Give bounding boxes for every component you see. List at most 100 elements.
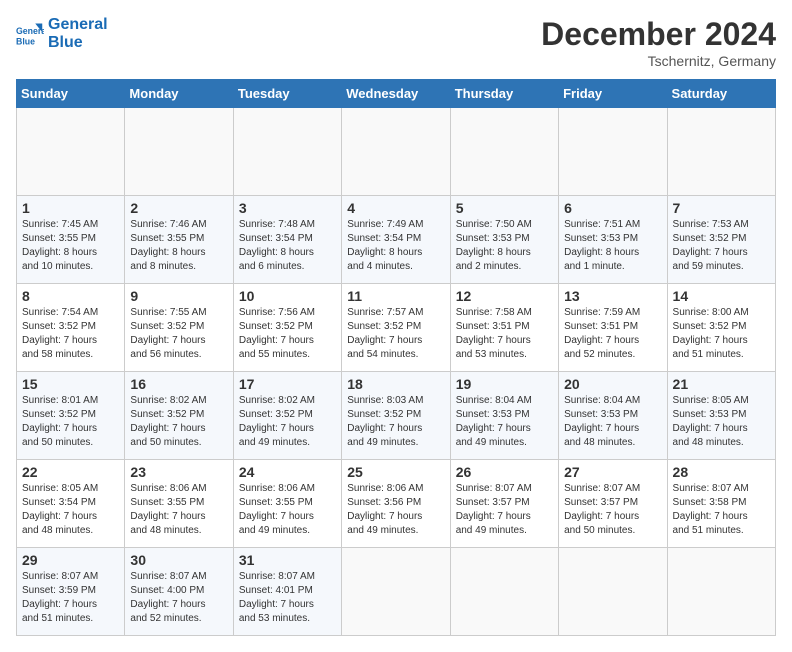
cell-info: Sunrise: 7:51 AMSunset: 3:53 PMDaylight:… [564, 218, 661, 274]
calendar-cell [342, 548, 450, 636]
logo-line1: General [48, 16, 108, 34]
calendar-cell: 16 Sunrise: 8:02 AMSunset: 3:52 PMDaylig… [125, 372, 233, 460]
day-number: 29 [22, 552, 119, 568]
day-number: 2 [130, 200, 227, 216]
calendar-cell: 21 Sunrise: 8:05 AMSunset: 3:53 PMDaylig… [667, 372, 775, 460]
location: Tschernitz, Germany [541, 53, 776, 69]
title-block: December 2024 Tschernitz, Germany [541, 16, 776, 69]
day-number: 6 [564, 200, 661, 216]
cell-info: Sunrise: 8:04 AMSunset: 3:53 PMDaylight:… [456, 394, 553, 450]
calendar-cell: 26 Sunrise: 8:07 AMSunset: 3:57 PMDaylig… [450, 460, 558, 548]
day-number: 31 [239, 552, 336, 568]
calendar-week-2: 8 Sunrise: 7:54 AMSunset: 3:52 PMDayligh… [17, 284, 776, 372]
calendar-cell: 24 Sunrise: 8:06 AMSunset: 3:55 PMDaylig… [233, 460, 341, 548]
day-number: 4 [347, 200, 444, 216]
day-number: 28 [673, 464, 770, 480]
cell-info: Sunrise: 8:00 AMSunset: 3:52 PMDaylight:… [673, 306, 770, 362]
logo-line2: Blue [48, 34, 108, 52]
calendar-cell: 19 Sunrise: 8:04 AMSunset: 3:53 PMDaylig… [450, 372, 558, 460]
cell-info: Sunrise: 7:55 AMSunset: 3:52 PMDaylight:… [130, 306, 227, 362]
calendar-cell [233, 108, 341, 196]
cell-info: Sunrise: 8:02 AMSunset: 3:52 PMDaylight:… [239, 394, 336, 450]
calendar-cell: 25 Sunrise: 8:06 AMSunset: 3:56 PMDaylig… [342, 460, 450, 548]
cell-info: Sunrise: 7:49 AMSunset: 3:54 PMDaylight:… [347, 218, 444, 274]
day-number: 17 [239, 376, 336, 392]
calendar-cell [450, 548, 558, 636]
calendar-cell [342, 108, 450, 196]
calendar-cell: 13 Sunrise: 7:59 AMSunset: 3:51 PMDaylig… [559, 284, 667, 372]
calendar-cell: 29 Sunrise: 8:07 AMSunset: 3:59 PMDaylig… [17, 548, 125, 636]
day-number: 5 [456, 200, 553, 216]
calendar-cell: 1 Sunrise: 7:45 AMSunset: 3:55 PMDayligh… [17, 196, 125, 284]
calendar-cell [559, 108, 667, 196]
logo-icon: General Blue [16, 20, 44, 48]
calendar-week-3: 15 Sunrise: 8:01 AMSunset: 3:52 PMDaylig… [17, 372, 776, 460]
day-number: 30 [130, 552, 227, 568]
day-number: 21 [673, 376, 770, 392]
cell-info: Sunrise: 7:56 AMSunset: 3:52 PMDaylight:… [239, 306, 336, 362]
calendar-week-5: 29 Sunrise: 8:07 AMSunset: 3:59 PMDaylig… [17, 548, 776, 636]
day-number: 1 [22, 200, 119, 216]
cell-info: Sunrise: 7:50 AMSunset: 3:53 PMDaylight:… [456, 218, 553, 274]
column-header-thursday: Thursday [450, 80, 558, 108]
day-number: 23 [130, 464, 227, 480]
day-number: 7 [673, 200, 770, 216]
calendar-cell: 8 Sunrise: 7:54 AMSunset: 3:52 PMDayligh… [17, 284, 125, 372]
calendar-cell: 17 Sunrise: 8:02 AMSunset: 3:52 PMDaylig… [233, 372, 341, 460]
cell-info: Sunrise: 7:57 AMSunset: 3:52 PMDaylight:… [347, 306, 444, 362]
day-number: 19 [456, 376, 553, 392]
cell-info: Sunrise: 8:06 AMSunset: 3:55 PMDaylight:… [239, 482, 336, 538]
column-header-tuesday: Tuesday [233, 80, 341, 108]
day-number: 11 [347, 288, 444, 304]
calendar-cell [125, 108, 233, 196]
header-row: SundayMondayTuesdayWednesdayThursdayFrid… [17, 80, 776, 108]
day-number: 15 [22, 376, 119, 392]
day-number: 26 [456, 464, 553, 480]
day-number: 27 [564, 464, 661, 480]
calendar-cell: 30 Sunrise: 8:07 AMSunset: 4:00 PMDaylig… [125, 548, 233, 636]
calendar-cell [559, 548, 667, 636]
cell-info: Sunrise: 8:06 AMSunset: 3:56 PMDaylight:… [347, 482, 444, 538]
calendar-cell: 31 Sunrise: 8:07 AMSunset: 4:01 PMDaylig… [233, 548, 341, 636]
cell-info: Sunrise: 8:07 AMSunset: 3:58 PMDaylight:… [673, 482, 770, 538]
cell-info: Sunrise: 8:07 AMSunset: 3:59 PMDaylight:… [22, 570, 119, 626]
calendar-cell [667, 548, 775, 636]
calendar-cell: 22 Sunrise: 8:05 AMSunset: 3:54 PMDaylig… [17, 460, 125, 548]
calendar-cell: 14 Sunrise: 8:00 AMSunset: 3:52 PMDaylig… [667, 284, 775, 372]
column-header-sunday: Sunday [17, 80, 125, 108]
day-number: 10 [239, 288, 336, 304]
day-number: 12 [456, 288, 553, 304]
calendar-cell [667, 108, 775, 196]
calendar-week-4: 22 Sunrise: 8:05 AMSunset: 3:54 PMDaylig… [17, 460, 776, 548]
calendar-cell: 11 Sunrise: 7:57 AMSunset: 3:52 PMDaylig… [342, 284, 450, 372]
cell-info: Sunrise: 8:03 AMSunset: 3:52 PMDaylight:… [347, 394, 444, 450]
calendar-cell: 28 Sunrise: 8:07 AMSunset: 3:58 PMDaylig… [667, 460, 775, 548]
column-header-wednesday: Wednesday [342, 80, 450, 108]
day-number: 9 [130, 288, 227, 304]
svg-text:Blue: Blue [16, 36, 35, 46]
day-number: 3 [239, 200, 336, 216]
cell-info: Sunrise: 8:07 AMSunset: 4:01 PMDaylight:… [239, 570, 336, 626]
cell-info: Sunrise: 7:53 AMSunset: 3:52 PMDaylight:… [673, 218, 770, 274]
cell-info: Sunrise: 7:46 AMSunset: 3:55 PMDaylight:… [130, 218, 227, 274]
column-header-monday: Monday [125, 80, 233, 108]
calendar-cell [17, 108, 125, 196]
calendar-table: SundayMondayTuesdayWednesdayThursdayFrid… [16, 79, 776, 636]
cell-info: Sunrise: 8:05 AMSunset: 3:54 PMDaylight:… [22, 482, 119, 538]
cell-info: Sunrise: 8:01 AMSunset: 3:52 PMDaylight:… [22, 394, 119, 450]
cell-info: Sunrise: 8:07 AMSunset: 3:57 PMDaylight:… [456, 482, 553, 538]
day-number: 13 [564, 288, 661, 304]
calendar-cell [450, 108, 558, 196]
day-number: 16 [130, 376, 227, 392]
cell-info: Sunrise: 7:54 AMSunset: 3:52 PMDaylight:… [22, 306, 119, 362]
calendar-cell: 15 Sunrise: 8:01 AMSunset: 3:52 PMDaylig… [17, 372, 125, 460]
cell-info: Sunrise: 7:58 AMSunset: 3:51 PMDaylight:… [456, 306, 553, 362]
cell-info: Sunrise: 7:59 AMSunset: 3:51 PMDaylight:… [564, 306, 661, 362]
column-header-friday: Friday [559, 80, 667, 108]
cell-info: Sunrise: 8:02 AMSunset: 3:52 PMDaylight:… [130, 394, 227, 450]
day-number: 25 [347, 464, 444, 480]
cell-info: Sunrise: 8:06 AMSunset: 3:55 PMDaylight:… [130, 482, 227, 538]
cell-info: Sunrise: 8:07 AMSunset: 4:00 PMDaylight:… [130, 570, 227, 626]
cell-info: Sunrise: 7:48 AMSunset: 3:54 PMDaylight:… [239, 218, 336, 274]
cell-info: Sunrise: 8:07 AMSunset: 3:57 PMDaylight:… [564, 482, 661, 538]
